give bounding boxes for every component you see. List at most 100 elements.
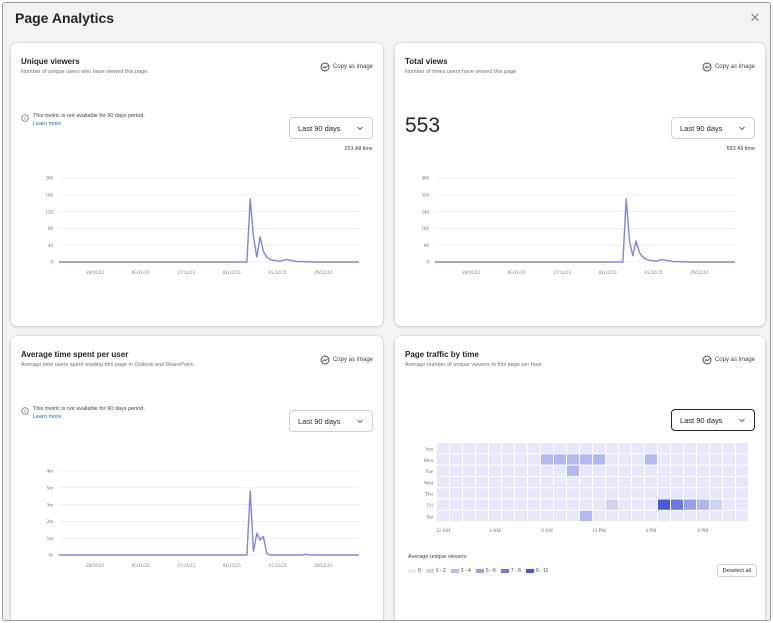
heatmap-cell [697,499,709,510]
heatmap-cell [567,454,579,465]
heatmap-cell [515,454,527,465]
heatmap-cell [619,510,631,522]
average-time-chart: 0s 1m 2m 3m 5m 4m 28/10/23 05/11/23 17/11/23 01/1… [47,470,359,569]
heatmap-cell [463,476,475,488]
heatmap-cell [658,443,670,454]
heatmap-cell [528,465,540,476]
heatmap-cell [632,465,644,476]
heatmap-cell [463,499,475,510]
heatmap-cell [528,476,540,488]
x-tick-label: 12 AM [436,529,451,534]
x-tick-label: 01/12/23 [223,564,241,569]
x-tick-label: 28/10/23 [86,564,104,569]
heatmap-cell [632,499,644,510]
y-tick-label: 0s [49,554,54,559]
x-tick-label: 17/11/23 [177,271,195,276]
heatmap-cell [645,499,657,510]
row-label: Fri [427,504,433,509]
legend-swatch [500,569,509,573]
heatmap-cell [528,488,540,499]
heatmap-cell [723,488,735,499]
heatmap-cell [489,443,501,454]
x-tick-label: 05/11/23 [508,271,526,276]
legend-item[interactable]: 1 - 2 [425,568,446,574]
deselect-all-button[interactable]: Deselect all [716,564,757,577]
heatmap-cell [723,454,735,465]
legend-item[interactable]: 0 [408,568,421,574]
x-tick-label: 8 AM [541,529,553,534]
heatmap-cell [593,510,605,522]
heatmap-cell [736,454,748,465]
heatmap-cell [450,454,462,465]
heatmap-cell [632,443,644,454]
series-line [59,198,359,263]
heatmap-cell [645,510,657,522]
heatmap-cell [593,443,605,454]
close-icon[interactable]: ✕ [746,9,764,27]
heatmap-cell [502,499,514,510]
heatmap-cell [723,443,735,454]
heatmap-cell [710,443,722,454]
legend-item[interactable]: 5 - 6 [475,568,496,574]
legend-item[interactable]: 9 - 11 [525,568,548,574]
y-tick-label: 2m [47,520,54,525]
heatmap-cell [528,510,540,522]
heatmap-cell [580,499,592,510]
heatmap-cell [437,488,449,499]
series-line [59,490,359,556]
heatmap-cell [489,465,501,476]
y-tick-label: 5m [47,487,54,492]
heatmap-cell [684,476,696,488]
y-tick-label: 160 [422,227,430,232]
legend-item[interactable]: 7 - 8 [500,568,521,574]
heatmap-cell [658,488,670,499]
y-tick-label: 0 [51,261,54,266]
heatmap-cell [606,465,618,476]
heatmap-cell [645,465,657,476]
heatmap-cell [658,454,670,465]
heatmap-cell [502,476,514,488]
heatmap-cell [515,443,527,454]
heatmap-cell [723,499,735,510]
y-tick-label: 120 [46,210,54,215]
heatmap-cell [736,510,748,522]
heatmap-cell [450,488,462,499]
heatmap-cell [463,454,475,465]
x-tick-label: 05/11/23 [132,564,150,569]
heatmap-legend: 0 1 - 2 3 - 4 5 - 6 7 - 8 9 - 11 [408,568,548,574]
legend-title: Average unique viewers [408,554,467,560]
heatmap-cell [736,499,748,510]
heatmap-cell [606,488,618,499]
heatmap-cell [671,465,683,476]
legend-item[interactable]: 3 - 4 [450,568,471,574]
x-tick-label: 28/10/23 [462,271,480,276]
heatmap-cell [463,465,475,476]
heatmap-cell [684,465,696,476]
heatmap-cell [619,476,631,488]
page-traffic-card: Page traffic by time Average number of u… [395,336,765,620]
heatmap-cell [671,488,683,499]
x-tick-label: 01/12/23 [599,271,617,276]
heatmap-cell [567,499,579,510]
heatmap-cell [541,510,553,522]
legend-label: 1 - 2 [435,568,446,574]
average-time-card: Average time spent per user Average time… [11,336,383,620]
x-tick-label: 17/11/23 [177,564,195,569]
x-tick-label: 12 PM [592,529,606,534]
x-tick-label: 15/12/23 [269,271,287,276]
heatmap-cell [463,510,475,522]
heatmap-cell [671,443,683,454]
heatmap-cell [697,488,709,499]
legend-swatch [408,569,416,573]
x-tick-label: 8 PM [698,529,710,534]
heatmap-cell [515,510,527,522]
heatmap-cell [476,510,488,522]
heatmap-cell [450,476,462,488]
heatmap-cell [502,488,514,499]
y-tick-label: 160 [46,194,54,199]
total-views-card: Total views Number of times users have v… [395,43,765,326]
heatmap-cell [489,510,501,522]
heatmap-cell [489,454,501,465]
heatmap-cell [658,476,670,488]
heatmap-cell [541,443,553,454]
